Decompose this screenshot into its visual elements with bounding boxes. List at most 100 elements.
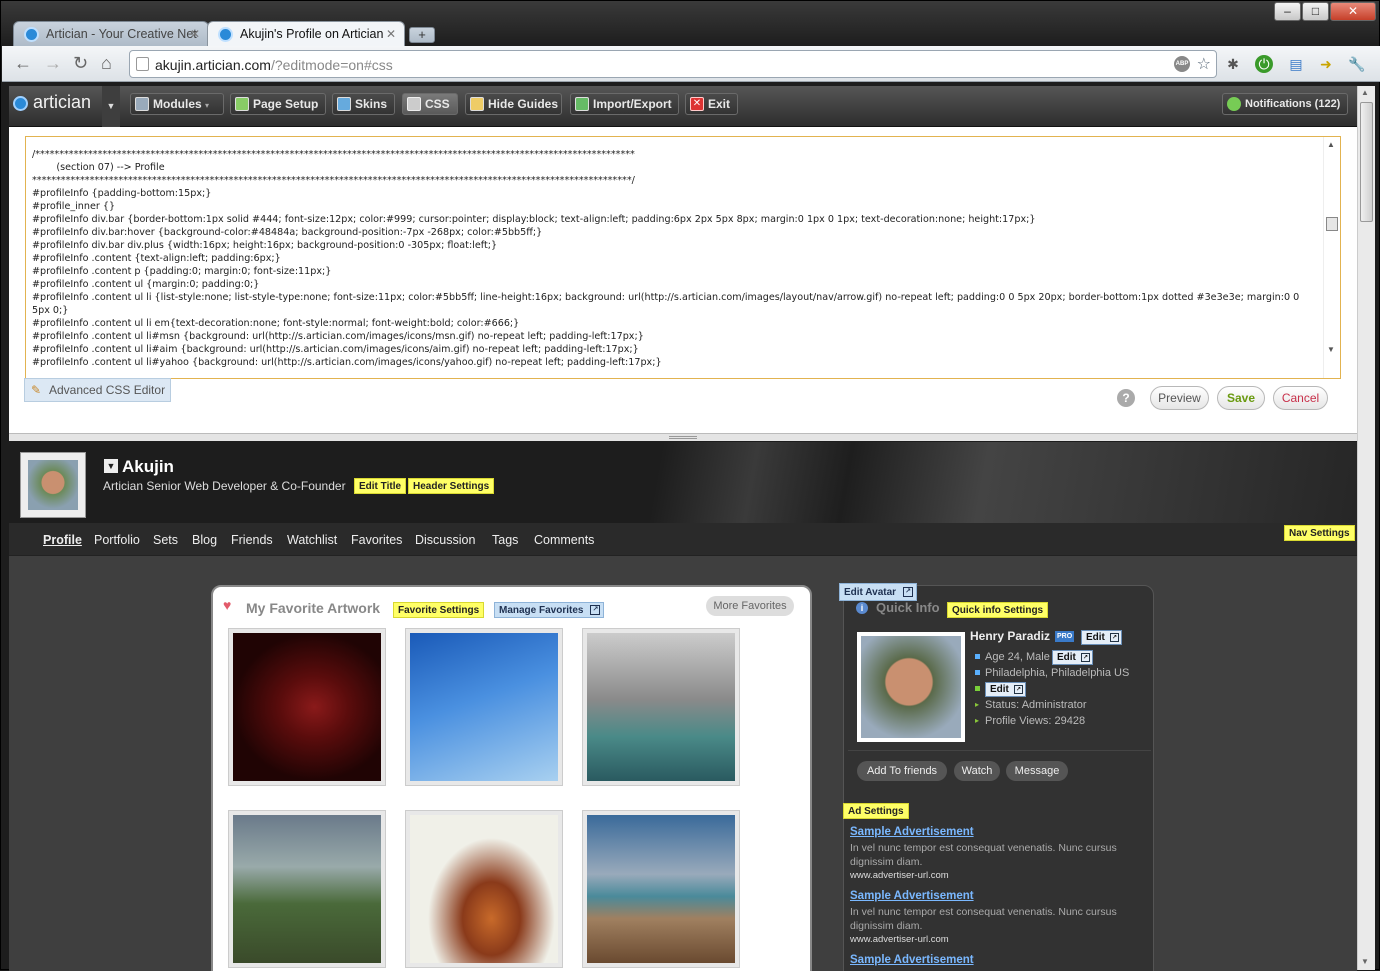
ad-title[interactable]: Sample Advertisement — [850, 890, 974, 902]
bookmark-star-icon[interactable]: ☆ — [1197, 54, 1211, 74]
quick-info-panel: i Quick Info Quick info Settings Henry P… — [843, 585, 1154, 971]
back-arrow-icon[interactable]: ← — [14, 53, 32, 73]
save-button[interactable]: Save — [1217, 386, 1265, 410]
arrow-bullet-icon: ▸ — [975, 700, 980, 709]
forward-arrow-icon[interactable]: → — [44, 53, 62, 73]
profile-avatar[interactable] — [20, 452, 86, 518]
ad-title[interactable]: Sample Advertisement — [850, 826, 974, 838]
skins-button[interactable]: Skins — [332, 93, 395, 115]
more-favorites-button[interactable]: More Favorites — [706, 596, 794, 616]
watch-button[interactable]: Watch — [954, 761, 1000, 781]
profile-subtitle: Artician Senior Web Developer & Co-Found… — [103, 479, 346, 493]
ad-title[interactable]: Sample Advertisement — [850, 954, 974, 966]
quick-info-settings-button[interactable]: Quick info Settings — [947, 602, 1049, 618]
edit-name-button[interactable]: Edit ↗ — [1081, 630, 1122, 645]
tab-artician-home[interactable]: Artician - Your Creative Net ✕ — [13, 21, 209, 46]
external-link-icon: ↗ — [1109, 633, 1119, 642]
nav-watchlist[interactable]: Watchlist — [287, 533, 337, 547]
avatar-photo — [861, 636, 961, 738]
nav-comments[interactable]: Comments — [534, 533, 594, 547]
favorite-artwork-thumb[interactable] — [582, 628, 740, 786]
nav-friends[interactable]: Friends — [231, 533, 273, 547]
favorite-settings-button[interactable]: Favorite Settings — [393, 602, 485, 618]
header-settings-button[interactable]: Header Settings — [408, 478, 495, 494]
favorite-artwork-thumb[interactable] — [228, 810, 386, 968]
home-icon[interactable]: ⌂ — [101, 53, 112, 73]
extension-green-icon[interactable]: ⏻ — [1255, 55, 1273, 73]
nav-discussion[interactable]: Discussion — [415, 533, 475, 547]
close-tab-icon[interactable]: ✕ — [190, 22, 200, 46]
minimize-button[interactable]: – — [1274, 2, 1301, 21]
css-code-textarea[interactable]: /***************************************… — [25, 136, 1341, 379]
extension-doc-icon[interactable]: ▤ — [1287, 55, 1305, 73]
page-scrollbar[interactable]: ▲ ▼ — [1357, 86, 1375, 970]
css-button[interactable]: CSS — [402, 93, 458, 115]
css-editor-panel: /***************************************… — [9, 127, 1357, 441]
edit-avatar-button[interactable]: Edit Avatar ↗ — [839, 583, 918, 601]
nav-portfolio[interactable]: Portfolio — [94, 533, 140, 547]
nav-settings-button[interactable]: Nav Settings — [1284, 525, 1355, 541]
import-export-icon — [575, 97, 589, 111]
close-window-button[interactable]: ✕ — [1330, 2, 1376, 21]
nav-profile[interactable]: Profile — [43, 533, 82, 547]
url-text: akujin.artician.com/?editmode=on#css — [155, 57, 393, 73]
preview-button[interactable]: Preview — [1150, 386, 1209, 410]
arrow-bullet-icon: ▸ — [975, 716, 980, 725]
external-link-icon: ↗ — [590, 605, 601, 615]
extension-bug-icon[interactable]: ✱ — [1224, 55, 1242, 73]
page-setup-button[interactable]: Page Setup — [230, 93, 326, 115]
advanced-css-editor-tab[interactable]: ✎ Advanced CSS Editor — [24, 378, 171, 402]
nav-blog[interactable]: Blog — [192, 533, 217, 547]
bullet-icon — [975, 670, 980, 675]
edit-status-button[interactable]: Edit ↗ — [985, 682, 1026, 697]
adblock-icon[interactable]: ABP — [1174, 56, 1190, 72]
css-code[interactable]: /***************************************… — [26, 137, 1316, 369]
page-icon — [136, 57, 149, 71]
modules-button[interactable]: Modules ▾ — [130, 93, 224, 115]
address-bar[interactable]: akujin.artician.com/?editmode=on#css ABP… — [129, 50, 1217, 78]
divider — [848, 750, 1151, 751]
reload-icon[interactable]: ↻ — [73, 53, 88, 73]
favorite-artwork-thumb[interactable] — [405, 628, 563, 786]
profile-menu-toggle-icon[interactable]: ▼ — [104, 459, 118, 473]
favorite-artwork-thumb[interactable] — [405, 810, 563, 968]
tab-profile[interactable]: Akujin's Profile on Artician ✕ — [207, 21, 405, 46]
ad-url[interactable]: www.advertiser-url.com — [850, 934, 949, 945]
quickinfo-avatar[interactable] — [857, 632, 965, 742]
artician-favicon-icon — [218, 27, 233, 42]
favorite-artwork-thumb[interactable] — [228, 628, 386, 786]
nav-sets[interactable]: Sets — [153, 533, 178, 547]
page-setup-icon — [235, 97, 249, 111]
favorite-artwork-thumb[interactable] — [582, 810, 740, 968]
profile-header: ▼ Akujin Artician Senior Web Developer &… — [9, 442, 1357, 523]
wrench-icon[interactable]: 🔧 — [1348, 55, 1366, 73]
edit-age-button[interactable]: Edit ↗ — [1052, 650, 1093, 665]
exit-button[interactable]: ✕ Exit — [685, 93, 738, 115]
textarea-scrollbar[interactable]: ▲ ▼ — [1323, 137, 1340, 378]
logo-menu-button[interactable]: ▼ — [102, 86, 120, 127]
manage-favorites-button[interactable]: Manage Favorites ↗ — [494, 602, 605, 618]
maximize-button[interactable]: □ — [1302, 2, 1329, 21]
nav-favorites[interactable]: Favorites — [351, 533, 402, 547]
logo-text: artician — [33, 92, 92, 112]
panel-resize-handle[interactable] — [9, 433, 1357, 441]
cancel-button[interactable]: Cancel — [1273, 386, 1328, 410]
add-to-friends-button[interactable]: Add To friends — [857, 761, 947, 781]
extension-phone-icon[interactable]: ➜ — [1317, 55, 1335, 73]
message-button[interactable]: Message — [1006, 761, 1068, 781]
hide-guides-button[interactable]: Hide Guides — [465, 93, 562, 115]
help-icon[interactable]: ? — [1117, 389, 1135, 407]
new-tab-button[interactable]: + — [409, 27, 435, 43]
edit-title-button[interactable]: Edit Title — [354, 478, 407, 494]
close-tab-icon[interactable]: ✕ — [386, 22, 396, 46]
ad-url[interactable]: www.advertiser-url.com — [850, 870, 949, 881]
nav-tags[interactable]: Tags — [492, 533, 518, 547]
bullet-icon — [975, 654, 980, 659]
import-export-button[interactable]: Import/Export — [570, 93, 679, 115]
notifications-button[interactable]: Notifications (122) — [1222, 93, 1348, 115]
ad-settings-button[interactable]: Ad Settings — [843, 803, 909, 819]
artician-logo[interactable]: artician — [9, 86, 101, 127]
artician-logo-icon — [13, 96, 28, 111]
favorite-artwork-panel: ♥ My Favorite Artwork Favorite Settings … — [211, 585, 812, 971]
ad-text: In vel nunc tempor est consequat venenat… — [850, 906, 1117, 932]
